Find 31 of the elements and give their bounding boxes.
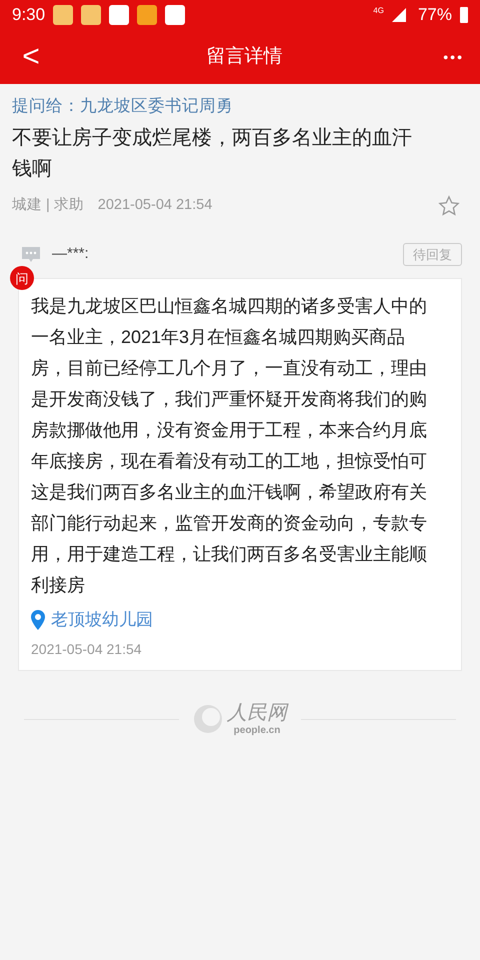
network-label: 4G	[373, 5, 384, 17]
type-label: 求助	[54, 196, 84, 215]
battery-icon	[460, 7, 468, 23]
question-badge: 问	[10, 266, 34, 290]
author-name: —***:	[52, 244, 89, 264]
back-button[interactable]: <	[16, 42, 46, 72]
app-icon	[109, 5, 130, 25]
logo-text: 人民网	[227, 700, 287, 723]
star-icon[interactable]	[438, 194, 460, 217]
more-button[interactable]: •••	[443, 46, 464, 68]
message-date: 2021-05-04 21:54	[31, 640, 143, 659]
category-label: 城建	[12, 196, 42, 215]
app-icon	[165, 5, 186, 25]
separator: |	[46, 196, 50, 215]
app-icon	[81, 5, 102, 25]
signal-icon	[392, 8, 406, 22]
status-badge: 待回复	[403, 242, 462, 266]
comment-icon	[22, 246, 40, 262]
question-title: 不要让房子变成烂尾楼，两百多名业主的血汗钱啊	[12, 126, 413, 182]
page-title: 留言详情	[206, 44, 284, 69]
location-pin-icon	[31, 610, 45, 630]
logo-icon	[193, 704, 223, 734]
app-icon	[137, 5, 158, 25]
app-icon	[53, 5, 74, 25]
status-time: 9:30	[12, 4, 46, 26]
message-body: 我是九龙坡区巴山恒鑫名城四期的诸多受害人中的一名业主，2021年3月在恒鑫名城四期购买商品房，目前已经停工几个月了，一直没有动工，理由是开发商没钱了，我们严重怀疑开发商将我们的购房款挪做他用，没有资金用于工程，本来合约月底年底接房，现在看着没有动工的工地，担惊受怕可这是我们两百多名业主的血汗钱啊，希望政府有关部门能行动起来，监管开发商的资金动向，专款专用，用于建造工程，让我们两百多名受害业主能顺利接房	[31, 295, 428, 598]
battery-percent: 77%	[418, 4, 452, 26]
logo-domain: people.cn	[234, 724, 280, 738]
location-link[interactable]: 老顶坡幼儿园	[51, 607, 153, 633]
post-date: 2021-05-04 21:54	[98, 196, 212, 215]
recipient-label: 提问给：九龙坡区委书记周勇	[12, 96, 234, 117]
